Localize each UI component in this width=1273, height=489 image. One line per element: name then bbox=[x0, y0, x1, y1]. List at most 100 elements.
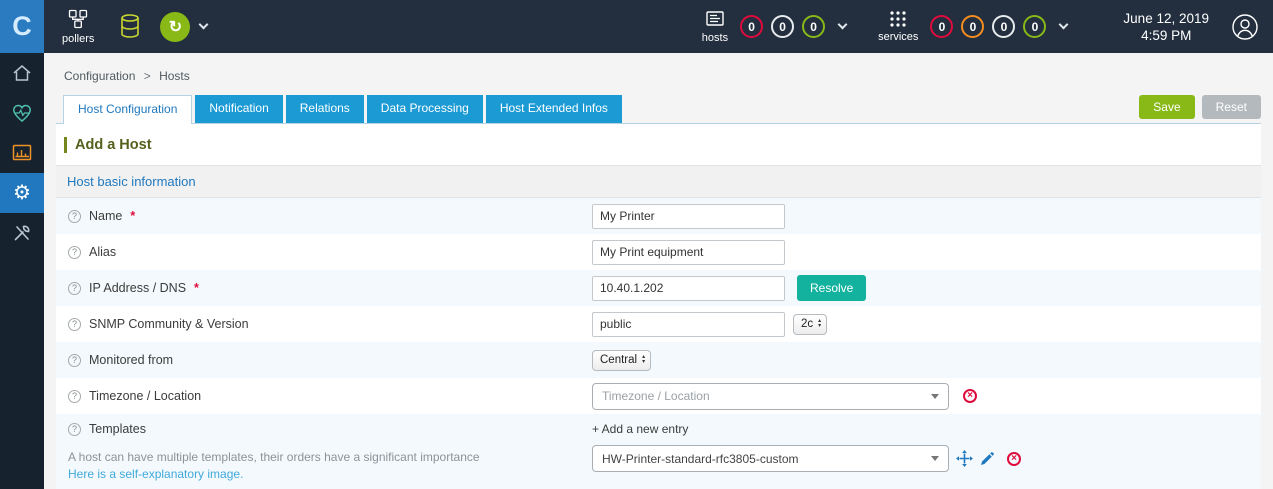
form-title: Add a Host bbox=[64, 137, 1261, 153]
chevron-down-icon bbox=[931, 456, 939, 461]
name-input[interactable] bbox=[592, 203, 785, 229]
services-label: services bbox=[878, 31, 919, 43]
row-ip-address: ? IP Address / DNS * Resolve bbox=[56, 270, 1261, 306]
monitored-from-value: Central bbox=[600, 354, 638, 366]
alias-input[interactable] bbox=[592, 239, 785, 265]
refresh-icon: ↻ bbox=[168, 18, 183, 36]
user-icon bbox=[1232, 13, 1258, 40]
user-profile-button[interactable] bbox=[1231, 13, 1259, 41]
pollers-icon bbox=[69, 9, 88, 29]
sidebar-item-administration[interactable] bbox=[0, 213, 44, 253]
delete-template-icon[interactable]: × bbox=[1007, 451, 1021, 466]
tab-host-extended-infos[interactable]: Host Extended Infos bbox=[485, 95, 622, 123]
row-templates: ? Templates A host can have multiple tem… bbox=[56, 414, 1261, 489]
hosts-unreachable-badge[interactable]: 0 bbox=[771, 15, 795, 38]
breadcrumb: Configuration > Hosts bbox=[44, 53, 1273, 95]
sidebar-item-monitoring[interactable] bbox=[0, 93, 44, 133]
select-stepper-icon: ▴ ▾ bbox=[818, 318, 822, 329]
help-icon[interactable]: ? bbox=[68, 281, 81, 295]
breadcrumb-hosts[interactable]: Hosts bbox=[159, 69, 190, 83]
help-icon[interactable]: ? bbox=[68, 353, 81, 367]
resolve-button[interactable]: Resolve bbox=[797, 275, 867, 301]
tab-notification[interactable]: Notification bbox=[195, 95, 283, 123]
database-glyph bbox=[121, 14, 140, 38]
current-time: 4:59 PM bbox=[1141, 27, 1192, 43]
centreon-logo[interactable]: C bbox=[0, 0, 44, 53]
pencil-icon bbox=[981, 451, 994, 465]
sidebar-item-configuration[interactable]: ⚙ bbox=[0, 173, 44, 213]
breadcrumb-separator: > bbox=[143, 69, 151, 83]
sidebar-item-home[interactable] bbox=[0, 53, 44, 93]
timezone-select[interactable]: Timezone / Location bbox=[592, 382, 949, 410]
alias-label: Alias bbox=[89, 245, 117, 259]
services-warning-badge[interactable]: 0 bbox=[961, 15, 985, 38]
hosts-chevron-down-icon[interactable] bbox=[837, 19, 848, 29]
hosts-icon bbox=[706, 11, 724, 26]
row-timezone: ? Timezone / Location Timezone / Locatio… bbox=[56, 378, 1261, 414]
tab-data-processing[interactable]: Data Processing bbox=[366, 95, 483, 123]
tab-relations[interactable]: Relations bbox=[285, 95, 364, 123]
tools-icon bbox=[14, 225, 30, 241]
reset-button[interactable]: Reset bbox=[1201, 95, 1261, 119]
add-template-entry-link[interactable]: + Add a new entry bbox=[592, 422, 688, 436]
sidebar-item-reporting[interactable] bbox=[0, 133, 44, 173]
help-icon[interactable]: ? bbox=[68, 389, 81, 403]
services-status-link[interactable]: services bbox=[878, 10, 918, 43]
template-select-value: HW-Printer-standard-rfc3805-custom bbox=[602, 451, 799, 466]
pollers-chevron-down-icon[interactable] bbox=[198, 19, 209, 29]
help-icon[interactable]: ? bbox=[68, 245, 81, 259]
hosts-down-badge[interactable]: 0 bbox=[740, 15, 764, 38]
heart-pulse-icon bbox=[13, 104, 31, 122]
section-host-basic-information: Host basic information bbox=[56, 165, 1261, 198]
chart-icon bbox=[12, 144, 32, 161]
help-icon[interactable]: ? bbox=[68, 422, 81, 436]
hosts-status-link[interactable]: hosts bbox=[702, 9, 728, 44]
home-icon bbox=[13, 65, 31, 81]
tab-host-configuration[interactable]: Host Configuration bbox=[63, 95, 193, 124]
hosts-up-badge[interactable]: 0 bbox=[802, 15, 826, 38]
snmp-community-input[interactable] bbox=[592, 311, 785, 337]
page-title: Add a Host bbox=[75, 137, 152, 153]
services-status-group: services 0 0 0 0 bbox=[878, 10, 1077, 43]
snmp-version-select[interactable]: 2c ▴ ▾ bbox=[793, 313, 828, 335]
services-critical-badge[interactable]: 0 bbox=[930, 15, 954, 38]
title-accent-bar bbox=[64, 137, 67, 153]
poller-status-ok-icon[interactable]: ↻ bbox=[160, 11, 191, 42]
templates-help-text: A host can have multiple templates, thei… bbox=[68, 450, 480, 464]
edit-template-button[interactable] bbox=[980, 451, 994, 466]
services-ok-badge[interactable]: 0 bbox=[1023, 15, 1047, 38]
current-date: June 12, 2019 bbox=[1123, 10, 1209, 26]
pollers-menu[interactable]: pollers bbox=[62, 8, 94, 45]
services-icon bbox=[890, 11, 906, 27]
centreon-app: C pollers ↻ hosts 0 0 0 services 0 0 0 0… bbox=[0, 0, 1273, 489]
templates-label: Templates bbox=[89, 422, 146, 436]
monitored-from-label: Monitored from bbox=[89, 353, 174, 367]
ip-label: IP Address / DNS bbox=[89, 281, 187, 295]
tabs-bar: Host Configuration Notification Relation… bbox=[44, 95, 1273, 124]
save-button[interactable]: Save bbox=[1139, 95, 1195, 119]
timezone-placeholder: Timezone / Location bbox=[602, 389, 710, 403]
move-template-button[interactable] bbox=[956, 450, 973, 467]
move-icon bbox=[956, 450, 973, 467]
timezone-clear-icon[interactable]: × bbox=[963, 389, 977, 403]
template-select[interactable]: HW-Printer-standard-rfc3805-custom bbox=[592, 445, 949, 472]
required-asterisk: * bbox=[194, 281, 199, 295]
form-panel: Add a Host Host basic information ? Name… bbox=[56, 123, 1261, 489]
ip-input[interactable] bbox=[592, 275, 785, 301]
tabs: Host Configuration Notification Relation… bbox=[63, 95, 1132, 124]
row-monitored-from: ? Monitored from Central ▴ ▾ bbox=[56, 342, 1261, 378]
hosts-label: hosts bbox=[701, 32, 729, 44]
services-unknown-badge[interactable]: 0 bbox=[992, 15, 1016, 38]
help-icon[interactable]: ? bbox=[68, 317, 81, 331]
breadcrumb-configuration[interactable]: Configuration bbox=[64, 69, 135, 83]
hosts-status-group: hosts 0 0 0 bbox=[702, 9, 856, 44]
timezone-label: Timezone / Location bbox=[89, 389, 202, 403]
database-icon[interactable] bbox=[118, 13, 142, 40]
monitored-from-select[interactable]: Central ▴ ▾ bbox=[592, 349, 652, 371]
help-icon[interactable]: ? bbox=[68, 209, 81, 223]
row-alias: ? Alias bbox=[56, 234, 1261, 270]
services-chevron-down-icon[interactable] bbox=[1058, 19, 1069, 29]
top-bar: C pollers ↻ hosts 0 0 0 services 0 0 0 0… bbox=[0, 0, 1273, 53]
row-snmp: ? SNMP Community & Version 2c ▴▾ bbox=[56, 306, 1261, 342]
templates-help-link[interactable]: Here is a self-explanatory image. bbox=[68, 467, 243, 481]
